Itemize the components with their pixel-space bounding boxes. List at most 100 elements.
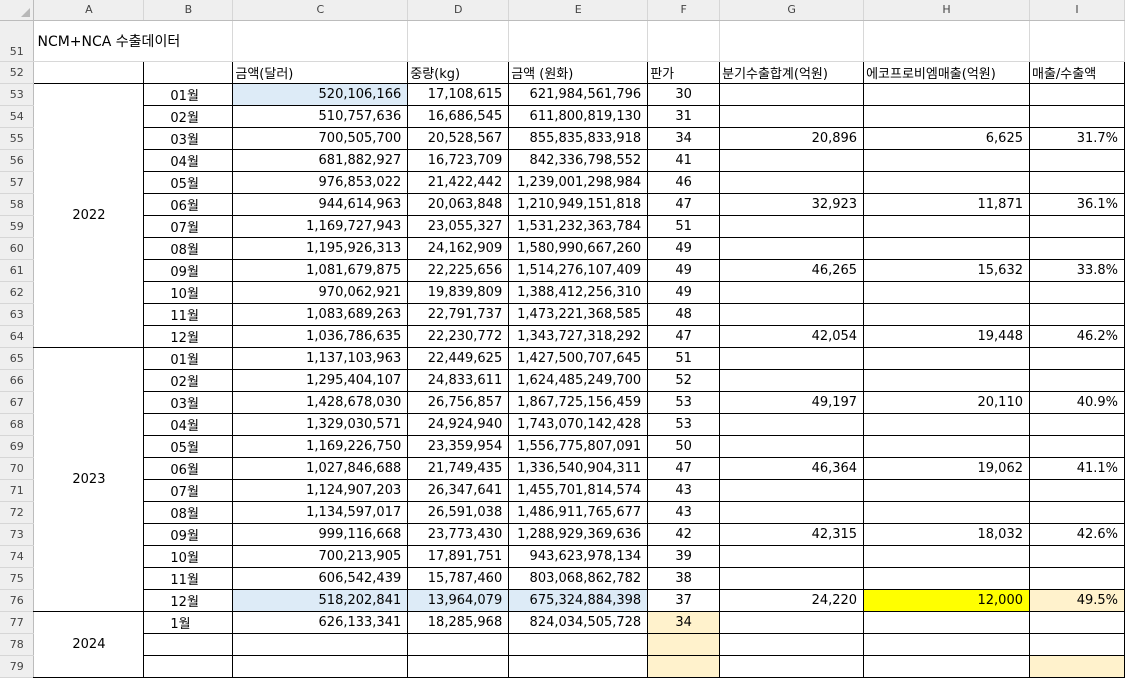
weight-kg-cell[interactable]: 26,591,038 bbox=[407, 501, 510, 524]
row-header[interactable]: 57 bbox=[0, 171, 35, 194]
sales-ratio-cell[interactable] bbox=[1029, 633, 1125, 656]
weight-kg-cell[interactable]: 23,773,430 bbox=[407, 523, 510, 546]
amount-krw-cell[interactable]: 1,288,929,369,636 bbox=[508, 523, 649, 546]
cell[interactable] bbox=[508, 20, 649, 62]
ecopro-sales-cell[interactable] bbox=[863, 281, 1030, 304]
year-cell[interactable]: 2024 bbox=[33, 611, 145, 678]
row-header[interactable]: 61 bbox=[0, 259, 35, 282]
quarter-total-cell[interactable] bbox=[719, 369, 865, 392]
month-cell[interactable]: 04월 bbox=[143, 413, 234, 436]
amount-usd-cell[interactable]: 1,329,030,571 bbox=[232, 413, 409, 436]
quarter-total-cell[interactable] bbox=[719, 413, 865, 436]
unit-price-cell[interactable]: 30 bbox=[647, 83, 721, 106]
unit-price-cell[interactable]: 46 bbox=[647, 171, 721, 194]
amount-krw-cell[interactable]: 1,336,540,904,311 bbox=[508, 457, 649, 480]
row-header[interactable]: 74 bbox=[0, 545, 35, 568]
amount-krw-cell[interactable]: 943,623,978,134 bbox=[508, 545, 649, 568]
header-cell-ecopro-sales[interactable]: 에코프로비엠매출(억원) bbox=[863, 61, 1030, 84]
amount-usd-cell[interactable]: 520,106,166 bbox=[232, 83, 409, 106]
quarter-total-cell[interactable] bbox=[719, 237, 865, 260]
ecopro-sales-cell[interactable] bbox=[863, 171, 1030, 194]
ecopro-sales-cell[interactable] bbox=[863, 501, 1030, 524]
sales-ratio-cell[interactable] bbox=[1029, 655, 1125, 678]
cell[interactable] bbox=[863, 20, 1030, 62]
amount-usd-cell[interactable]: 1,169,727,943 bbox=[232, 215, 409, 238]
select-all-corner[interactable] bbox=[0, 0, 35, 21]
amount-krw-cell[interactable]: 611,800,819,130 bbox=[508, 105, 649, 128]
weight-kg-cell[interactable] bbox=[407, 633, 510, 656]
quarter-total-cell[interactable] bbox=[719, 347, 865, 370]
amount-krw-cell[interactable]: 824,034,505,728 bbox=[508, 611, 649, 634]
amount-krw-cell[interactable]: 621,984,561,796 bbox=[508, 83, 649, 106]
month-cell[interactable]: 12월 bbox=[143, 325, 234, 348]
sales-ratio-cell[interactable] bbox=[1029, 281, 1125, 304]
ecopro-sales-cell[interactable] bbox=[863, 105, 1030, 128]
month-cell[interactable]: 08월 bbox=[143, 501, 234, 524]
amount-krw-cell[interactable]: 1,514,276,107,409 bbox=[508, 259, 649, 282]
column-header-a[interactable]: A bbox=[33, 0, 145, 21]
quarter-total-cell[interactable]: 42,315 bbox=[719, 523, 865, 546]
amount-krw-cell[interactable]: 1,580,990,667,260 bbox=[508, 237, 649, 260]
weight-kg-cell[interactable]: 20,063,848 bbox=[407, 193, 510, 216]
weight-kg-cell[interactable]: 24,833,611 bbox=[407, 369, 510, 392]
month-cell[interactable]: 07월 bbox=[143, 215, 234, 238]
weight-kg-cell[interactable] bbox=[407, 655, 510, 678]
sales-ratio-cell[interactable] bbox=[1029, 369, 1125, 392]
amount-usd-cell[interactable]: 976,853,022 bbox=[232, 171, 409, 194]
unit-price-cell[interactable]: 48 bbox=[647, 303, 721, 326]
amount-krw-cell[interactable]: 675,324,884,398 bbox=[508, 589, 649, 612]
sales-ratio-cell[interactable] bbox=[1029, 215, 1125, 238]
quarter-total-cell[interactable] bbox=[719, 303, 865, 326]
unit-price-cell[interactable]: 47 bbox=[647, 193, 721, 216]
cell[interactable] bbox=[647, 20, 721, 62]
month-cell[interactable]: 09월 bbox=[143, 259, 234, 282]
row-header[interactable]: 63 bbox=[0, 303, 35, 326]
sales-ratio-cell[interactable] bbox=[1029, 567, 1125, 590]
month-cell[interactable]: 07월 bbox=[143, 479, 234, 502]
column-header-d[interactable]: D bbox=[407, 0, 510, 21]
sales-ratio-cell[interactable] bbox=[1029, 501, 1125, 524]
month-cell[interactable]: 06월 bbox=[143, 193, 234, 216]
amount-krw-cell[interactable]: 1,210,949,151,818 bbox=[508, 193, 649, 216]
amount-usd-cell[interactable]: 606,542,439 bbox=[232, 567, 409, 590]
row-header[interactable]: 79 bbox=[0, 655, 35, 678]
ecopro-sales-cell[interactable] bbox=[863, 611, 1030, 634]
sales-ratio-cell[interactable] bbox=[1029, 149, 1125, 172]
quarter-total-cell[interactable]: 32,923 bbox=[719, 193, 865, 216]
header-cell-usd[interactable]: 금액(달러) bbox=[232, 61, 409, 84]
quarter-total-cell[interactable] bbox=[719, 545, 865, 568]
column-header-b[interactable]: B bbox=[143, 0, 234, 21]
row-header[interactable]: 64 bbox=[0, 325, 35, 348]
month-cell[interactable]: 02월 bbox=[143, 105, 234, 128]
header-cell-kg[interactable]: 중량(kg) bbox=[407, 61, 510, 84]
quarter-total-cell[interactable] bbox=[719, 655, 865, 678]
row-header[interactable]: 68 bbox=[0, 413, 35, 436]
amount-usd-cell[interactable]: 510,757,636 bbox=[232, 105, 409, 128]
unit-price-cell[interactable]: 49 bbox=[647, 259, 721, 282]
row-header[interactable]: 58 bbox=[0, 193, 35, 216]
weight-kg-cell[interactable]: 17,108,615 bbox=[407, 83, 510, 106]
sales-ratio-cell[interactable]: 42.6% bbox=[1029, 523, 1125, 546]
month-cell[interactable]: 12월 bbox=[143, 589, 234, 612]
amount-usd-cell[interactable] bbox=[232, 655, 409, 678]
amount-krw-cell[interactable]: 803,068,862,782 bbox=[508, 567, 649, 590]
row-header[interactable]: 72 bbox=[0, 501, 35, 524]
amount-usd-cell[interactable]: 1,036,786,635 bbox=[232, 325, 409, 348]
cell[interactable] bbox=[719, 20, 865, 62]
unit-price-cell[interactable]: 37 bbox=[647, 589, 721, 612]
amount-krw-cell[interactable]: 1,343,727,318,292 bbox=[508, 325, 649, 348]
ecopro-sales-cell[interactable]: 19,062 bbox=[863, 457, 1030, 480]
amount-krw-cell[interactable]: 1,486,911,765,677 bbox=[508, 501, 649, 524]
quarter-total-cell[interactable] bbox=[719, 435, 865, 458]
sales-ratio-cell[interactable] bbox=[1029, 435, 1125, 458]
amount-usd-cell[interactable]: 626,133,341 bbox=[232, 611, 409, 634]
month-cell[interactable]: 04월 bbox=[143, 149, 234, 172]
unit-price-cell[interactable]: 53 bbox=[647, 391, 721, 414]
quarter-total-cell[interactable] bbox=[719, 105, 865, 128]
month-cell[interactable]: 06월 bbox=[143, 457, 234, 480]
weight-kg-cell[interactable]: 18,285,968 bbox=[407, 611, 510, 634]
ecopro-sales-cell[interactable] bbox=[863, 215, 1030, 238]
amount-usd-cell[interactable]: 944,614,963 bbox=[232, 193, 409, 216]
amount-usd-cell[interactable]: 1,124,907,203 bbox=[232, 479, 409, 502]
ecopro-sales-cell[interactable]: 20,110 bbox=[863, 391, 1030, 414]
